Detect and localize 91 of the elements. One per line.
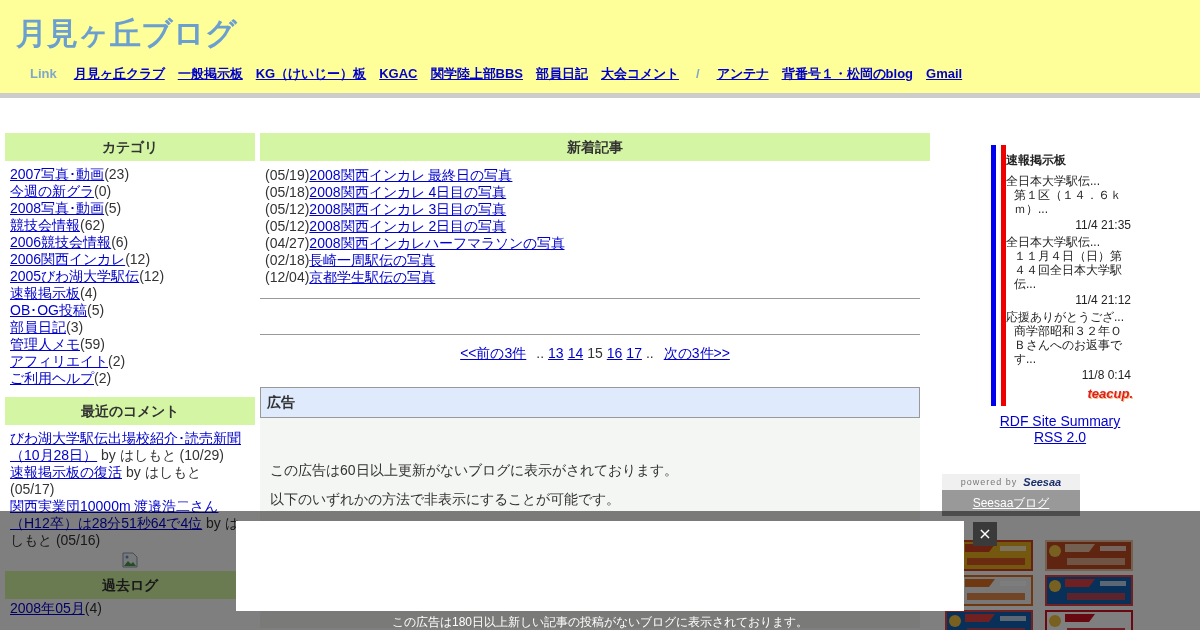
- nav-link[interactable]: 大会コメント: [600, 65, 679, 83]
- nav-link[interactable]: 背番号１・松岡のblog: [781, 65, 914, 83]
- post-link[interactable]: 2008関西インカレ 4日目の写真: [309, 184, 507, 200]
- ad-notice: 以下のいずれかの方法で非表示にすることが可能です。: [270, 491, 621, 508]
- category-link[interactable]: OB･OG投稿: [10, 302, 87, 318]
- ellipsis: ..: [645, 345, 654, 361]
- post-link[interactable]: 京都学生駅伝の写真: [309, 269, 436, 285]
- post-time: 11/4 21:35: [1074, 218, 1132, 232]
- post-date: (05/12): [265, 218, 310, 234]
- ad-heading: 広告: [260, 387, 920, 418]
- post-count: (4): [80, 285, 98, 301]
- post-count: (2): [94, 370, 112, 386]
- nav-link[interactable]: Gmail: [926, 66, 963, 81]
- post-time: 11/4 21:12: [1074, 293, 1132, 307]
- page-link[interactable]: 16: [606, 345, 623, 361]
- nav-link[interactable]: 関学陸上部BBS: [430, 65, 523, 83]
- nav-link[interactable]: 月見ヶ丘クラブ: [73, 65, 165, 83]
- close-button[interactable]: ×: [973, 522, 997, 546]
- post-excerpt: 商学部昭和３２年ＯＢさんへのお返事です...: [1013, 324, 1123, 366]
- post-count: (5): [87, 302, 105, 318]
- post-count: (59): [80, 336, 105, 352]
- post-count: (2): [108, 353, 126, 369]
- link-label: Link: [30, 66, 57, 81]
- section-heading: 最近のコメント: [5, 397, 255, 425]
- feed-link[interactable]: RSS 2.0: [1033, 429, 1087, 445]
- separator: /: [695, 66, 700, 81]
- teacup-logo[interactable]: teacup.: [1006, 386, 1133, 402]
- category-link[interactable]: 競技会情報: [10, 217, 80, 233]
- nav-link[interactable]: KG（けいじー）板: [255, 65, 367, 83]
- category-link[interactable]: ご利用ヘルプ: [10, 370, 94, 386]
- nav-link[interactable]: アンテナ: [716, 65, 769, 83]
- post-link[interactable]: 2008関西インカレ 3日目の写真: [309, 201, 507, 217]
- next-page-link[interactable]: 次の3件>>: [663, 345, 730, 361]
- feed-link[interactable]: RDF Site Summary: [999, 413, 1121, 429]
- post-title[interactable]: 応援ありがとうござ...: [1006, 310, 1133, 324]
- post-count: (23): [104, 166, 130, 182]
- page-link[interactable]: 17: [626, 345, 642, 361]
- post-link[interactable]: 2008関西インカレハーフマラソンの写真: [309, 235, 565, 251]
- comment-entry[interactable]: 速報掲示板の復活 by はしもと (05/17): [10, 464, 242, 498]
- post-link[interactable]: 2008関西インカレ 最終日の写真: [309, 167, 513, 183]
- post-count: (62): [80, 217, 105, 233]
- prev-page-link[interactable]: <<前の3件: [460, 345, 527, 361]
- post-count: (0): [94, 183, 112, 199]
- category-link[interactable]: 今週の新グラ: [10, 183, 94, 199]
- post-date: (04/27): [265, 235, 310, 251]
- post-date: (02/18): [265, 252, 310, 268]
- post-date: (05/12): [265, 201, 310, 217]
- category-link[interactable]: 2005びわ湖大学駅伝: [10, 268, 140, 284]
- page-link[interactable]: 14: [567, 345, 584, 361]
- category-link[interactable]: 管理人メモ: [10, 336, 80, 352]
- broken-image-icon: [122, 552, 138, 568]
- post-title[interactable]: 全日本大学駅伝...: [1006, 235, 1133, 249]
- nav-link[interactable]: KGAC: [379, 66, 418, 81]
- post-date: (05/18): [265, 184, 310, 200]
- ad-notice: この広告は60日以上更新がないブログに表示がされております。: [270, 462, 679, 479]
- post-date: (12/04): [265, 269, 310, 285]
- category-link[interactable]: 2006競技会情報: [10, 234, 112, 250]
- category-link[interactable]: 速報掲示板: [10, 285, 80, 301]
- powered-by-text: powered by: [960, 477, 1018, 487]
- ellipsis: ..: [536, 345, 545, 361]
- post-count: (4): [84, 600, 102, 616]
- post-excerpt: １１月４日（日）第４４回全日本大学駅伝...: [1013, 249, 1123, 291]
- comment-entry[interactable]: 関西実業団10000m 渡邉浩二さん（H12卒）は28分51秒64で4位 by はしもと (05/16): [10, 498, 242, 549]
- post-count: (5): [104, 200, 122, 216]
- comment-entry[interactable]: びわ湖大学駅伝出場校紹介･読売新聞（10月28日） by はしもと (10/29): [10, 430, 242, 464]
- category-link[interactable]: 2007写真･動画: [10, 166, 105, 182]
- ad-footer-notice: この広告は180日以上新しい記事の投稿がないブログに表示されております。: [392, 615, 808, 629]
- seesaa-logo: Seesaa: [1023, 476, 1062, 488]
- category-link[interactable]: 2006関西インカレ: [10, 251, 126, 267]
- post-title[interactable]: 全日本大学駅伝...: [1006, 174, 1133, 188]
- blog-title: 月見ヶ丘ブログ: [15, 15, 237, 53]
- post-count: (3): [66, 319, 84, 335]
- page-link[interactable]: 13: [548, 345, 564, 361]
- archive-link[interactable]: 2008年05月: [10, 600, 85, 616]
- widget-title: 速報掲示板: [1006, 153, 1067, 167]
- post-link[interactable]: 2008関西インカレ 2日目の写真: [309, 218, 507, 234]
- post-excerpt: 第１区（１４．６ｋｍ）...: [1013, 188, 1123, 216]
- post-link[interactable]: 長崎一周駅伝の写真: [309, 252, 436, 268]
- post-date: (05/19): [265, 167, 310, 183]
- nav-link[interactable]: 部員日記: [535, 65, 588, 83]
- section-heading: 新着記事: [260, 133, 930, 161]
- category-link[interactable]: アフィリエイト: [10, 353, 108, 369]
- post-count: (12): [139, 268, 165, 284]
- post-time: 11/8 0:14: [1080, 368, 1132, 382]
- nav-link[interactable]: 一般掲示板: [177, 65, 243, 83]
- category-link[interactable]: 部員日記: [10, 319, 66, 335]
- category-link[interactable]: 2008写真･動画: [10, 200, 105, 216]
- post-count: (12): [125, 251, 151, 267]
- current-page: 15: [587, 345, 603, 361]
- section-heading: カテゴリ: [5, 133, 255, 161]
- post-count: (6): [111, 234, 129, 250]
